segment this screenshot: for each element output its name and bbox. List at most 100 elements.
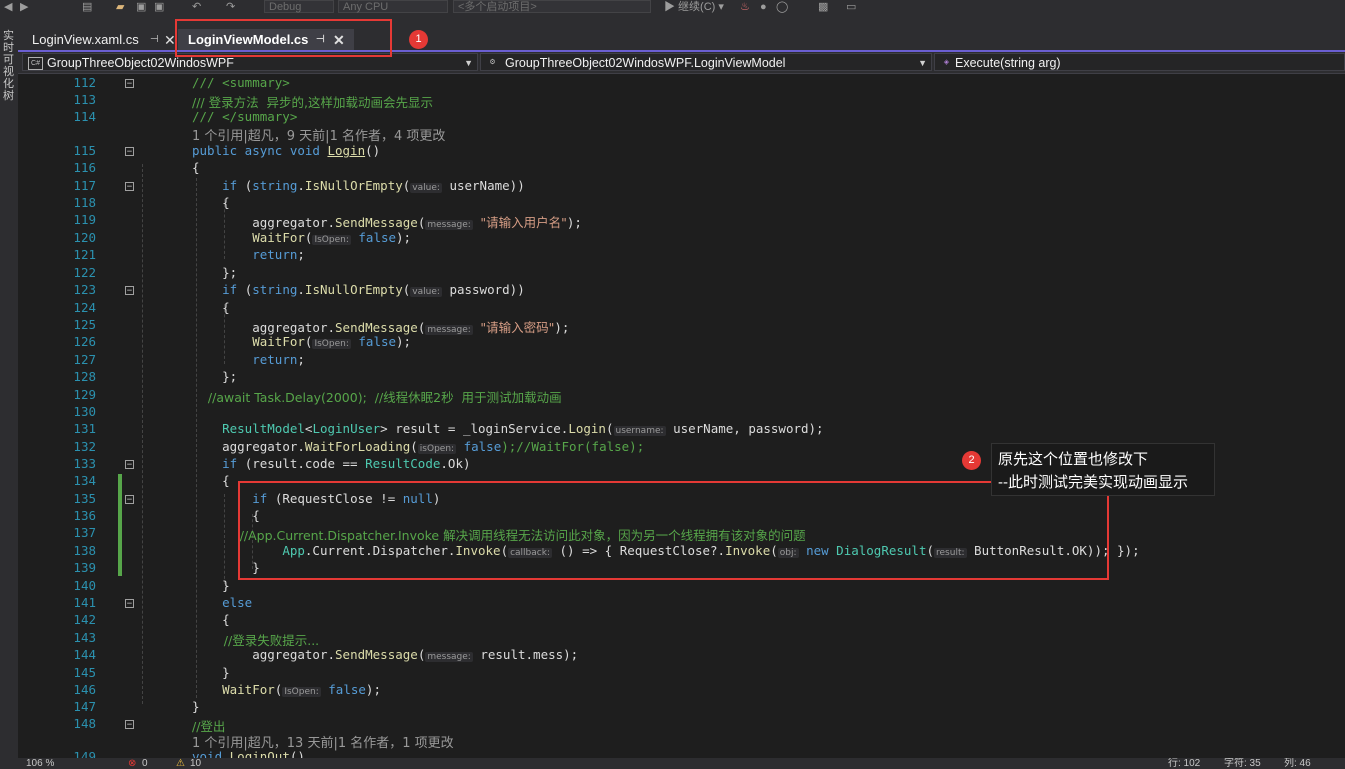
code-line: { (222, 300, 230, 315)
diagnostics-icon[interactable]: ▩ (818, 0, 828, 14)
line-number: 130 (73, 404, 96, 419)
step-badge-1: 1 (409, 30, 428, 49)
line-number: 112 (73, 75, 96, 90)
code-line: } (222, 578, 230, 593)
class-icon: ⚙ (489, 59, 496, 66)
chevron-down-icon: ▼ (918, 58, 927, 68)
line-number: 146 (73, 682, 96, 697)
note-line-2: --此时测试完美实现动画显示 (998, 474, 1188, 491)
code-line: if (result.code == ResultCode.Ok) (222, 456, 471, 471)
column-indicator[interactable]: 列: 46 (1284, 758, 1311, 769)
undo-icon[interactable]: ↶ (192, 0, 201, 14)
annotation-note: 原先这个位置也修改下 --此时测试完美实现动画显示 (991, 443, 1215, 496)
code-line: if (string.IsNullOrEmpty(value: userName… (222, 178, 525, 193)
line-number: 148 (73, 716, 96, 731)
live-visual-tree-tab[interactable]: 实时可视化树 (3, 30, 15, 102)
line-number: 118 (73, 195, 96, 210)
line-number: 149 (73, 749, 96, 758)
line-number: 142 (73, 612, 96, 627)
line-number: 138 (73, 543, 96, 558)
highlight-box-code (238, 481, 1109, 580)
collapse-icon[interactable]: − (125, 147, 134, 157)
line-number: 116 (73, 160, 96, 175)
code-line: /// </summary> (192, 109, 298, 124)
code-line: else (222, 595, 253, 610)
line-number: 143 (73, 630, 96, 645)
line-number: 128 (73, 369, 96, 384)
change-marker (118, 474, 122, 576)
code-line: aggregator.SendMessage(message: "请输入用户名"… (252, 215, 582, 230)
code-line: void LoginOut() (192, 749, 305, 758)
line-number: 135 (73, 491, 96, 506)
line-indicator[interactable]: 行: 102 (1168, 758, 1200, 769)
collapse-icon[interactable]: − (125, 720, 134, 730)
left-tool-strip: 实时可视化树 (0, 16, 18, 769)
save-all-icon[interactable]: ▣ (154, 0, 164, 14)
code-line: return; (252, 352, 305, 367)
code-line: } (222, 665, 230, 680)
class-dropdown[interactable]: ⚙ GroupThreeObject02WindosWPF.LoginViewM… (480, 53, 932, 71)
code-line: }; (222, 265, 238, 280)
inlay-hint: IsOpen: (312, 339, 351, 349)
restart-icon[interactable]: ● (760, 0, 767, 14)
line-number: 129 (73, 387, 96, 402)
line-number: 137 (73, 525, 96, 540)
member-dropdown[interactable]: ◈ Execute(string arg) (934, 53, 1345, 71)
error-count[interactable]: 0 (142, 758, 148, 769)
highlight-box-tab (175, 19, 392, 57)
inlay-hint: value: (410, 287, 442, 297)
collapse-icon[interactable]: − (125, 495, 134, 505)
continue-button[interactable]: ▶ 继续(C) ▾ (664, 0, 724, 14)
line-number: 140 (73, 578, 96, 593)
code-line: { (222, 195, 230, 210)
member-name: Execute(string arg) (955, 56, 1061, 70)
close-icon[interactable]: ✕ (164, 29, 176, 51)
new-item-icon[interactable]: ▤ (82, 0, 92, 14)
save-icon[interactable]: ▣ (136, 0, 146, 14)
line-number: 113 (73, 92, 96, 107)
code-line: aggregator.WaitForLoading(isOpen: false)… (222, 439, 645, 454)
configuration-dropdown[interactable]: Debug (264, 0, 334, 13)
line-number: 145 (73, 665, 96, 680)
codelens-references[interactable]: 1 个引用|超凡，9 天前|1 名作者，4 项更改 (192, 125, 445, 144)
line-number: 126 (73, 334, 96, 349)
code-line: return; (252, 247, 305, 262)
inlay-hint: message: (425, 325, 473, 335)
collapse-icon[interactable]: − (125, 286, 134, 296)
code-line: }; (222, 369, 238, 384)
inlay-hint: message: (425, 220, 473, 230)
line-number: 115 (73, 143, 96, 158)
collapse-icon[interactable]: − (125, 79, 134, 89)
inlay-hint: IsOpen: (282, 687, 321, 697)
forward-icon[interactable]: ▶ (20, 0, 28, 14)
platform-dropdown[interactable]: Any CPU (338, 0, 448, 13)
pin-icon[interactable]: ⊣ (150, 29, 159, 51)
line-number: 121 (73, 247, 96, 262)
collapse-icon[interactable]: − (125, 460, 134, 470)
zoom-level[interactable]: 106 % (26, 758, 54, 769)
refresh-icon[interactable]: ◯ (776, 0, 788, 14)
code-line: /// <summary> (192, 75, 290, 90)
hot-reload-icon[interactable]: ♨ (740, 0, 750, 14)
open-folder-icon[interactable]: ▰ (116, 0, 124, 14)
tab-loginview-xaml-cs[interactable]: LoginView.xaml.cs ⊣ ✕ (22, 29, 178, 51)
code-line: WaitFor(IsOpen: false); (222, 682, 381, 697)
collapse-icon[interactable]: − (125, 599, 134, 609)
code-line: ResultModel<LoginUser> result = _loginSe… (222, 421, 824, 436)
redo-icon[interactable]: ↷ (226, 0, 235, 14)
collapse-icon[interactable]: − (125, 182, 134, 192)
char-indicator[interactable]: 字符: 35 (1224, 758, 1261, 769)
line-number: 132 (73, 439, 96, 454)
layout-icon[interactable]: ▭ (846, 0, 856, 14)
code-line: public async void Login() (192, 143, 381, 158)
line-number: 134 (73, 473, 96, 488)
line-number: 114 (73, 109, 96, 124)
code-editor[interactable]: 112 113 114 115 116 117 118 119 120 121 … (18, 74, 1345, 758)
code-line: { (222, 473, 230, 488)
code-line: WaitFor(IsOpen: false); (252, 334, 412, 349)
warning-count[interactable]: 10 (190, 758, 201, 769)
inlay-hint: username: (613, 426, 666, 436)
startup-project-dropdown[interactable]: <多个启动项目> (453, 0, 651, 13)
note-line-1: 原先这个位置也修改下 (998, 451, 1149, 468)
back-icon[interactable]: ◀ (4, 0, 12, 14)
